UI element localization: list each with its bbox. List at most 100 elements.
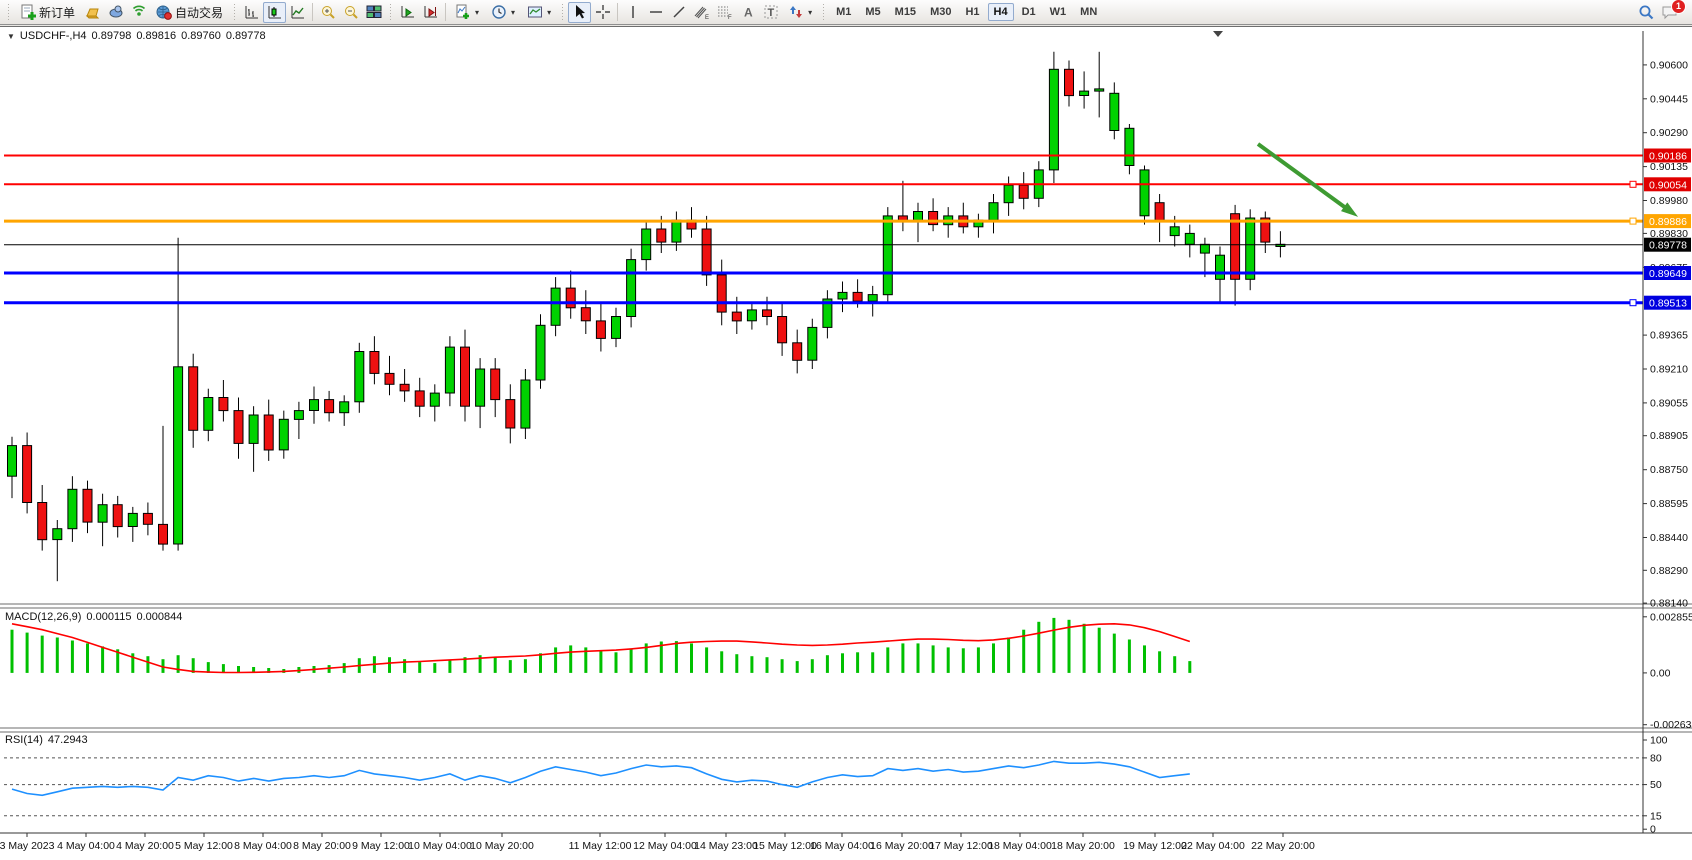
- timeframe-button-m5[interactable]: M5: [859, 3, 886, 21]
- data-window-button[interactable]: [104, 2, 127, 23]
- charts-button[interactable]: [81, 2, 104, 23]
- toolbar-drag-handle[interactable]: [388, 4, 393, 20]
- autotrading-button[interactable]: 自动交易: [150, 2, 229, 23]
- timeframe-button-m30[interactable]: M30: [924, 3, 957, 21]
- candlestick-chart-button[interactable]: [263, 2, 286, 23]
- svg-text:17 May 12:00: 17 May 12:00: [929, 840, 993, 852]
- chart-shift-button[interactable]: [419, 2, 442, 23]
- svg-text:0.90445: 0.90445: [1650, 93, 1688, 105]
- bar-chart-button[interactable]: [240, 2, 263, 23]
- search-button[interactable]: [1635, 2, 1658, 23]
- dropdown-caret-icon: ▾: [808, 8, 812, 17]
- line-chart-button[interactable]: [286, 2, 309, 23]
- toolbar-drag-handle[interactable]: [232, 4, 237, 20]
- ohlc-open: 0.89798: [92, 30, 132, 42]
- indicators-icon: [455, 4, 471, 20]
- gold-bar-icon: [85, 4, 101, 20]
- svg-text:0: 0: [1650, 824, 1656, 836]
- trendline-icon: [671, 4, 687, 20]
- timeframe-group: M1M5M15M30H1H4D1W1MN: [829, 3, 1104, 21]
- timeframe-button-h1[interactable]: H1: [959, 3, 985, 21]
- svg-text:0.88750: 0.88750: [1650, 464, 1688, 476]
- svg-text:0.90186: 0.90186: [1649, 151, 1687, 163]
- crosshair-button[interactable]: [591, 2, 614, 23]
- svg-text:9 May 12:00: 9 May 12:00: [352, 840, 410, 852]
- timeframe-button-m1[interactable]: M1: [830, 3, 857, 21]
- crosshair-icon: [595, 4, 611, 20]
- chart-canvas[interactable]: 0.906000.904450.902900.901350.899800.898…: [0, 27, 1692, 860]
- svg-text:18 May 20:00: 18 May 20:00: [1051, 840, 1115, 852]
- svg-text:0.89055: 0.89055: [1650, 397, 1688, 409]
- svg-text:19 May 12:00: 19 May 12:00: [1123, 840, 1187, 852]
- text-a-icon: A: [740, 4, 756, 20]
- periods-button[interactable]: ▾: [485, 2, 521, 23]
- svg-text:0.89980: 0.89980: [1650, 195, 1688, 207]
- timeframe-button-h4[interactable]: H4: [988, 3, 1014, 21]
- svg-text:4 May 04:00: 4 May 04:00: [57, 840, 115, 852]
- toolbar-drag-handle[interactable]: [560, 4, 565, 20]
- new-order-icon: [20, 4, 36, 20]
- svg-text:0.00: 0.00: [1650, 667, 1671, 679]
- dropdown-caret-icon: ▾: [475, 8, 479, 17]
- zoom-in-button[interactable]: [316, 2, 339, 23]
- arrows-button[interactable]: ▾: [782, 2, 818, 23]
- zoom-out-button[interactable]: [339, 2, 362, 23]
- auto-scroll-button[interactable]: [396, 2, 419, 23]
- tile-windows-icon: [366, 4, 382, 20]
- main-toolbar: 新订单 自动交易 ▾ ▾: [0, 0, 1692, 25]
- signal-icon: [131, 4, 147, 20]
- fibonacci-button[interactable]: F: [713, 2, 736, 23]
- svg-text:3 May 2023: 3 May 2023: [0, 840, 55, 852]
- svg-text:0.88140: 0.88140: [1650, 598, 1688, 610]
- text-label-button[interactable]: T: [759, 2, 782, 23]
- collapse-triangle-icon[interactable]: ▼: [7, 32, 15, 41]
- zoom-in-icon: [320, 4, 336, 20]
- chart-window[interactable]: ▼ USDCHF-,H4 0.89798 0.89816 0.89760 0.8…: [0, 26, 1692, 859]
- svg-text:15: 15: [1650, 810, 1662, 822]
- text-button[interactable]: A: [736, 2, 759, 23]
- tile-windows-button[interactable]: [362, 2, 385, 23]
- svg-text:12 May 04:00: 12 May 04:00: [633, 840, 697, 852]
- cursor-button[interactable]: [568, 2, 591, 23]
- new-order-button[interactable]: 新订单: [14, 2, 81, 23]
- timeframe-button-d1[interactable]: D1: [1016, 3, 1042, 21]
- svg-text:0.89210: 0.89210: [1650, 364, 1688, 376]
- dropdown-caret-icon: ▾: [511, 8, 515, 17]
- timeframe-button-m15[interactable]: M15: [889, 3, 922, 21]
- notifications-button[interactable]: 1: [1658, 2, 1681, 23]
- channel-icon: E: [693, 4, 711, 20]
- svg-text:11 May 12:00: 11 May 12:00: [569, 840, 632, 852]
- svg-text:0.89886: 0.89886: [1649, 216, 1687, 228]
- horizontal-line-icon: [648, 4, 664, 20]
- vertical-line-button[interactable]: [621, 2, 644, 23]
- horizontal-line-button[interactable]: [644, 2, 667, 23]
- svg-text:10 May 04:00: 10 May 04:00: [408, 840, 472, 852]
- svg-text:50: 50: [1650, 779, 1662, 791]
- timeframe-button-mn[interactable]: MN: [1074, 3, 1103, 21]
- text-label-icon: T: [763, 4, 779, 20]
- equidistant-channel-button[interactable]: E: [690, 2, 713, 23]
- timeframe-button-w1[interactable]: W1: [1044, 3, 1073, 21]
- ohlc-close: 0.89778: [226, 30, 266, 42]
- svg-text:16 May 20:00: 16 May 20:00: [870, 840, 934, 852]
- templates-button[interactable]: ▾: [521, 2, 557, 23]
- trendline-button[interactable]: [667, 2, 690, 23]
- svg-text:22 May 20:00: 22 May 20:00: [1251, 840, 1315, 852]
- toolbar-drag-handle[interactable]: [6, 4, 11, 20]
- autotrading-icon: [156, 4, 172, 20]
- svg-text:0.90054: 0.90054: [1649, 179, 1687, 191]
- indicators-button[interactable]: ▾: [449, 2, 485, 23]
- chart-header: ▼ USDCHF-,H4 0.89798 0.89816 0.89760 0.8…: [7, 30, 266, 42]
- ohlc-low: 0.89760: [181, 30, 221, 42]
- rsi-name: RSI(14): [5, 734, 43, 746]
- toolbar-drag-handle[interactable]: [821, 4, 826, 20]
- signals-button[interactable]: [127, 2, 150, 23]
- svg-text:80: 80: [1650, 752, 1662, 764]
- clock-icon: [491, 4, 507, 20]
- svg-text:0.89365: 0.89365: [1650, 330, 1688, 342]
- dropdown-caret-icon: ▾: [547, 8, 551, 17]
- data-window-icon: [108, 4, 124, 20]
- svg-text:0.89778: 0.89778: [1649, 240, 1687, 252]
- cursor-icon: [572, 4, 588, 20]
- svg-text:0.88905: 0.88905: [1650, 430, 1688, 442]
